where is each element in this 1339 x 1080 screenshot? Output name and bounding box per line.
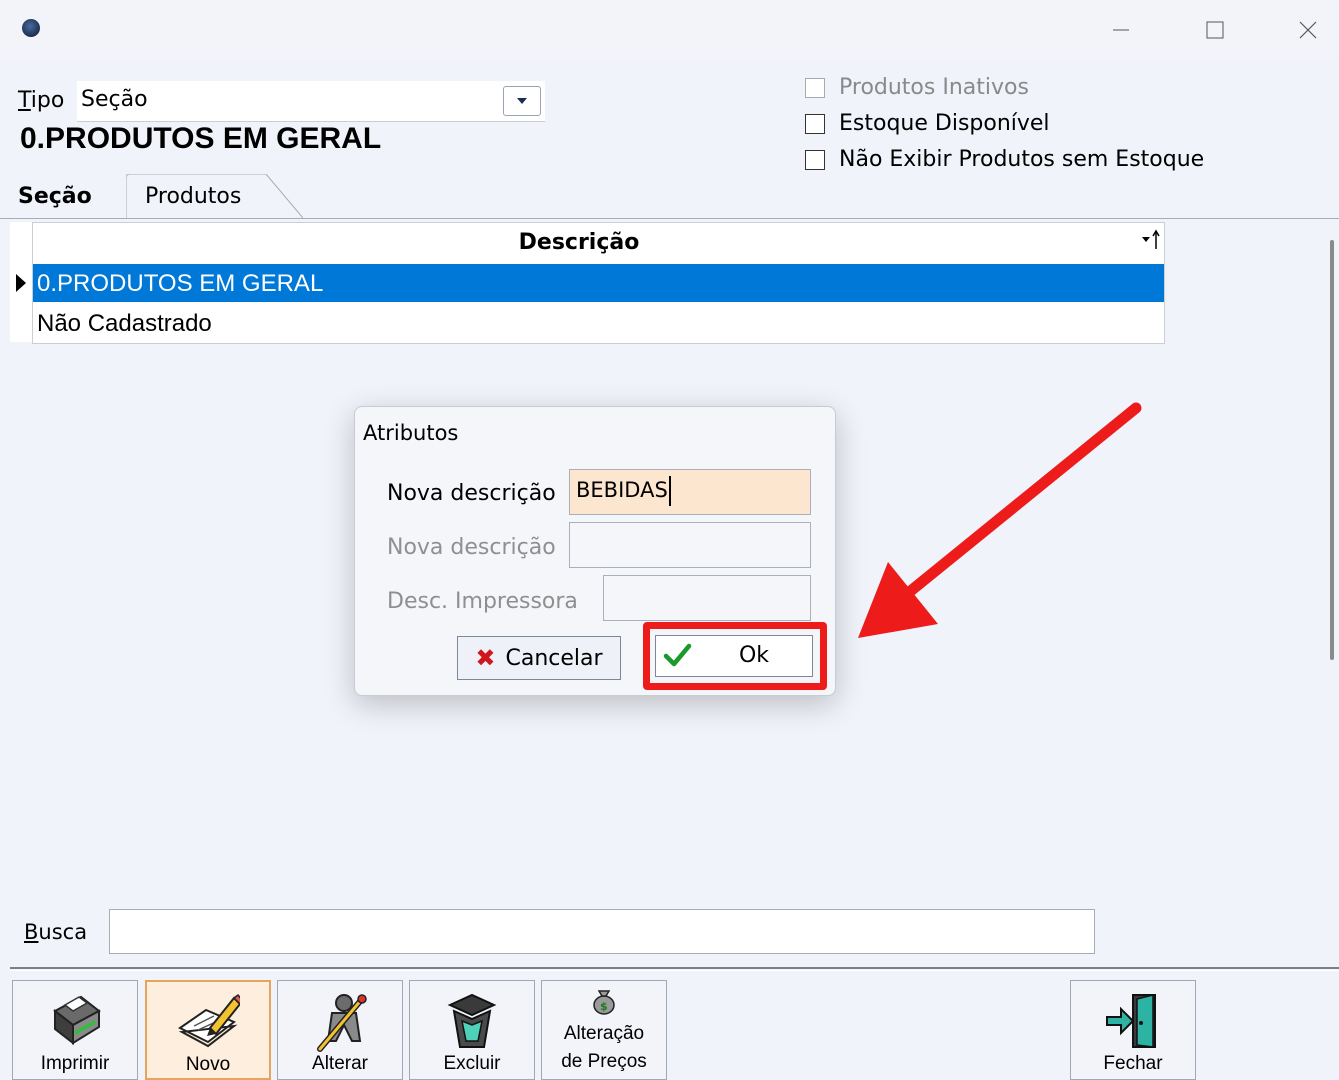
excluir-button[interactable]: Excluir <box>409 980 535 1080</box>
filter-nao-exibir-sem-estoque[interactable]: Não Exibir Produtos sem Estoque <box>805 147 1204 172</box>
alterar-button[interactable]: Alterar <box>277 980 403 1080</box>
sort-icon[interactable] <box>1141 228 1161 257</box>
toolbar-label-line1: Alteração <box>563 1023 645 1044</box>
checkbox-label: Não Exibir Produtos sem Estoque <box>839 147 1205 172</box>
nova-descricao-2-label: Nova descrição <box>387 535 556 560</box>
money-bag-icon: $ <box>542 985 666 1015</box>
row-descricao: 0.PRODUTOS EM GERAL <box>37 270 324 297</box>
tipo-label: Tipo <box>18 88 65 113</box>
minimize-button[interactable] <box>1098 10 1144 50</box>
chevron-down-icon[interactable] <box>503 86 541 116</box>
checkbox-label: Estoque Disponível <box>839 111 1050 136</box>
desc-impressora-label: Desc. Impressora <box>387 589 578 614</box>
close-x-icon: ✖ <box>475 644 496 672</box>
search-input[interactable] <box>109 909 1095 954</box>
tipo-select-value: Seção <box>81 87 148 112</box>
app-icon <box>22 19 40 37</box>
new-document-pencil-icon <box>147 992 269 1050</box>
busca-label: Busca <box>24 920 88 944</box>
atributos-dialog: Atributos Nova descrição BEBIDAS Nova de… <box>354 406 836 696</box>
exit-door-icon <box>1071 991 1195 1051</box>
checkbox[interactable] <box>805 149 825 170</box>
filter-estoque-disponivel[interactable]: Estoque Disponível <box>805 111 1050 136</box>
ok-button[interactable]: Ok <box>655 635 813 677</box>
section-title: 0.PRODUTOS EM GERAL <box>20 122 382 155</box>
svg-text:$: $ <box>600 1000 608 1013</box>
toolbar-label: Excluir <box>443 1053 501 1074</box>
trash-bin-icon <box>410 991 534 1051</box>
nova-descricao-2-input[interactable] <box>569 522 811 568</box>
checkbox-label: Produtos Inativos <box>839 75 1029 100</box>
column-header-descricao[interactable]: Descrição <box>33 230 1125 255</box>
tipo-select[interactable]: Seção <box>77 81 545 122</box>
tab-produtos[interactable]: Produtos <box>145 184 241 209</box>
toolbar-label: Fechar <box>1103 1053 1163 1074</box>
tab-secao[interactable]: Seção <box>18 184 92 209</box>
imprimir-button[interactable]: Imprimir <box>12 980 138 1080</box>
nova-descricao-label: Nova descrição <box>387 481 556 506</box>
cancel-label: Cancelar <box>505 645 603 671</box>
ok-label: Ok <box>738 643 770 668</box>
row-descricao: Não Cadastrado <box>37 310 212 337</box>
current-row-indicator-icon <box>16 274 26 292</box>
scrollbar-thumb[interactable] <box>1330 240 1334 660</box>
fechar-button[interactable]: Fechar <box>1070 980 1196 1080</box>
input-value: BEBIDAS <box>576 478 668 502</box>
red-arrow-annotation <box>858 402 1142 638</box>
section-grid[interactable]: Descrição 0.PRODUTOS EM GERAL Não Cadast… <box>32 222 1165 344</box>
desc-impressora-input[interactable] <box>603 575 811 621</box>
maximize-button[interactable] <box>1192 10 1238 50</box>
toolbar-separator-highlight <box>10 970 1339 971</box>
dialog-title: Atributos <box>363 421 459 445</box>
cancel-button[interactable]: ✖ Cancelar <box>457 636 621 680</box>
toolbar-label: Novo <box>185 1054 231 1075</box>
close-button[interactable] <box>1285 10 1331 50</box>
table-row[interactable]: 0.PRODUTOS EM GERAL <box>33 264 1164 302</box>
edit-person-icon <box>278 991 402 1053</box>
text-caret <box>669 476 671 506</box>
nova-descricao-input[interactable]: BEBIDAS <box>569 469 811 515</box>
toolbar-separator <box>10 967 1339 969</box>
toolbar-label: Alterar <box>312 1053 368 1074</box>
novo-button[interactable]: Novo <box>145 980 271 1080</box>
printer-icon <box>13 991 137 1049</box>
table-row[interactable]: Não Cadastrado <box>33 304 1164 342</box>
checkbox[interactable] <box>805 77 825 98</box>
checkbox[interactable] <box>805 113 825 134</box>
filter-produtos-inativos[interactable]: Produtos Inativos <box>805 75 1029 100</box>
toolbar-label-line2: de Preços <box>561 1051 647 1072</box>
alteracao-de-precos-button[interactable]: $ Alteração de Preços <box>541 980 667 1080</box>
toolbar-label: Imprimir <box>40 1053 110 1074</box>
grid-header[interactable]: Descrição <box>33 223 1164 263</box>
